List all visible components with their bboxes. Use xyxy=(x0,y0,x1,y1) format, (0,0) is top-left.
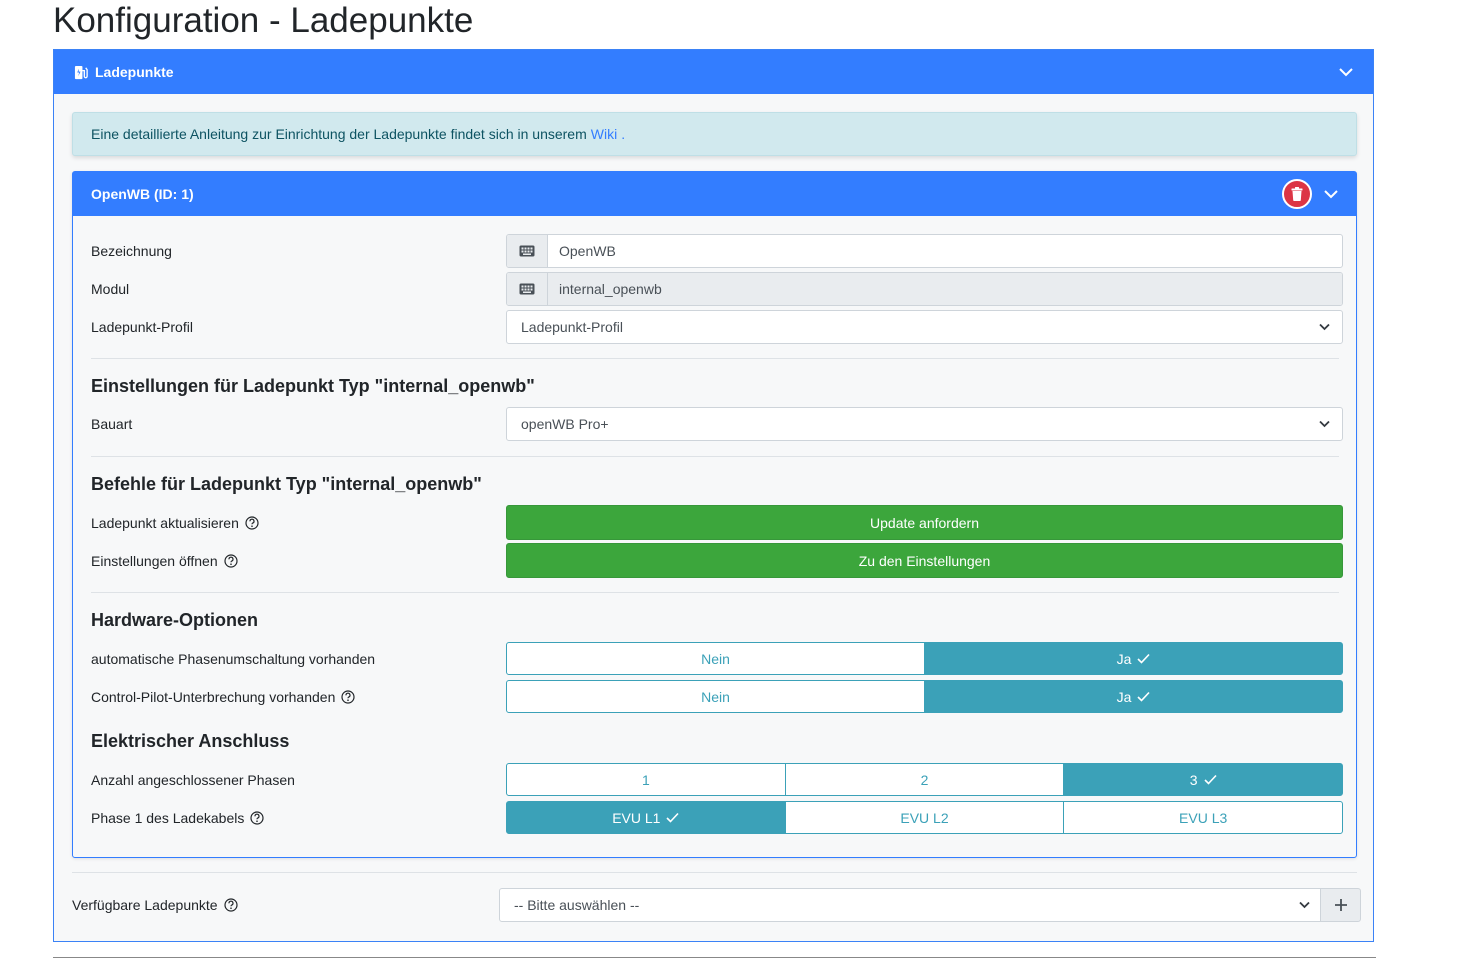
cp-interrupt-toggle: Nein Ja xyxy=(506,680,1343,713)
ev-station-icon xyxy=(74,65,89,80)
phase1-toggle: EVU L1 EVU L2 EVU L3 xyxy=(506,801,1344,834)
chargepoint-card: OpenWB (ID: 1) Bezeichnung OpenWB Modul … xyxy=(72,171,1357,858)
phase-switch-toggle: Nein Ja xyxy=(506,642,1343,675)
check-icon xyxy=(666,812,680,823)
open-settings-button[interactable]: Zu den Einstellungen xyxy=(506,543,1343,578)
phases-label: Anzahl angeschlossener Phasen xyxy=(91,771,295,788)
phase1-option-l1[interactable]: EVU L1 xyxy=(506,801,786,834)
phase1-option-l2[interactable]: EVU L2 xyxy=(784,801,1065,834)
delete-chargepoint-button[interactable] xyxy=(1282,179,1312,209)
module-field-wrapper: internal_openwb xyxy=(506,272,1343,306)
name-label: Bezeichnung xyxy=(91,243,172,259)
module-field: internal_openwb xyxy=(506,272,1343,306)
keyboard-icon xyxy=(507,235,548,267)
divider xyxy=(91,592,1339,593)
cp-interrupt-label-wrapper: Control-Pilot-Unterbrechung vorhanden xyxy=(91,689,506,705)
profile-label: Ladepunkt-Profil xyxy=(91,319,193,335)
phase1-option-l3-label: EVU L3 xyxy=(1179,809,1228,826)
name-value: OpenWB xyxy=(559,243,616,259)
module-label: Modul xyxy=(91,281,130,297)
chevron-down-icon xyxy=(1299,901,1310,909)
phases-option-1-label: 1 xyxy=(641,771,650,788)
phase1-option-l3[interactable]: EVU L3 xyxy=(1063,801,1344,834)
wiki-link[interactable]: Wiki xyxy=(591,126,617,142)
question-circle-icon[interactable] xyxy=(245,515,259,530)
page-bottom-divider xyxy=(53,957,1376,958)
available-label: Verfügbare Ladepunkte xyxy=(72,897,218,913)
available-label-wrapper: Verfügbare Ladepunkte xyxy=(72,897,499,913)
chargepoints-card: Ladepunkte Eine detaillierte Anleitung z… xyxy=(53,49,1374,942)
build-select-wrapper: openWB Pro+ xyxy=(506,407,1343,441)
chargepoints-card-title: Ladepunkte xyxy=(95,64,174,80)
check-icon xyxy=(1204,774,1217,785)
cp-interrupt-no-label: Nein xyxy=(701,688,730,705)
phase1-option-l2-label: EVU L2 xyxy=(900,809,949,826)
cp-interrupt-yes-label: Ja xyxy=(1116,688,1132,705)
chevron-down-icon[interactable] xyxy=(1339,67,1353,77)
update-label-wrapper: Ladepunkt aktualisieren xyxy=(91,515,506,531)
info-alert: Eine detaillierte Anleitung zur Einricht… xyxy=(72,112,1357,156)
phases-option-2[interactable]: 2 xyxy=(784,763,1065,796)
name-field[interactable]: OpenWB xyxy=(506,234,1343,268)
phases-toggle: 1 2 3 xyxy=(506,763,1344,796)
keyboard-icon xyxy=(507,273,548,305)
question-circle-icon[interactable] xyxy=(341,689,355,704)
hardware-section-title: Hardware-Optionen xyxy=(91,610,259,630)
open-settings-label: Einstellungen öffnen xyxy=(91,552,218,569)
module-value: internal_openwb xyxy=(548,273,1342,305)
phase-switch-label: automatische Phasenumschaltung vorhanden xyxy=(91,650,376,667)
build-select[interactable]: openWB Pro+ xyxy=(506,407,1343,441)
profile-select-value: Ladepunkt-Profil xyxy=(521,319,623,335)
open-settings-button-wrapper: Zu den Einstellungen xyxy=(506,543,1343,578)
cp-interrupt-label: Control-Pilot-Unterbrechung vorhanden xyxy=(91,688,336,705)
chargepoint-card-header[interactable]: OpenWB (ID: 1) xyxy=(73,172,1356,216)
open-settings-label-wrapper: Einstellungen öffnen xyxy=(91,553,506,569)
phase1-label-wrapper: Phase 1 des Ladekabels xyxy=(91,810,506,826)
divider xyxy=(72,872,1357,873)
check-icon xyxy=(1137,653,1150,664)
chargepoints-card-header[interactable]: Ladepunkte xyxy=(54,50,1373,94)
phase-switch-no-button[interactable]: Nein xyxy=(506,642,925,675)
question-circle-icon[interactable] xyxy=(250,810,264,825)
add-chargepoint-button[interactable] xyxy=(1320,888,1361,922)
phases-option-1[interactable]: 1 xyxy=(506,763,786,796)
phases-option-3-label: 3 xyxy=(1189,771,1198,788)
chevron-down-icon[interactable] xyxy=(1324,189,1338,199)
chevron-down-icon xyxy=(1319,420,1330,428)
update-button-wrapper: Update anfordern xyxy=(506,505,1343,540)
alert-text: Eine detaillierte Anleitung zur Einricht… xyxy=(91,126,587,142)
chargepoint-card-title: OpenWB (ID: 1) xyxy=(91,186,194,202)
divider xyxy=(91,358,1339,359)
settings-section-title: Einstellungen für Ladepunkt Typ "interna… xyxy=(91,376,535,396)
update-request-button[interactable]: Update anfordern xyxy=(506,505,1343,540)
build-label: Bauart xyxy=(91,416,133,432)
phase-switch-yes-button[interactable]: Ja xyxy=(924,642,1343,675)
check-icon xyxy=(1137,691,1150,702)
phases-option-2-label: 2 xyxy=(920,771,929,788)
divider xyxy=(91,456,1339,457)
alert-suffix: . xyxy=(621,126,626,142)
question-circle-icon[interactable] xyxy=(224,553,238,568)
profile-select-wrapper: Ladepunkt-Profil xyxy=(506,310,1343,344)
question-circle-icon[interactable] xyxy=(223,898,238,912)
page-title: Konfiguration - Ladepunkte xyxy=(53,1,474,40)
available-select-value: -- Bitte auswählen -- xyxy=(514,897,640,913)
name-field-wrapper: OpenWB xyxy=(506,234,1343,268)
cp-interrupt-yes-button[interactable]: Ja xyxy=(924,680,1343,713)
plus-icon xyxy=(1334,898,1348,912)
build-select-value: openWB Pro+ xyxy=(521,416,609,432)
phase-switch-yes-label: Ja xyxy=(1116,650,1132,667)
phase1-option-l1-label: EVU L1 xyxy=(612,809,661,826)
phase1-label: Phase 1 des Ladekabels xyxy=(91,809,245,826)
commands-section-title: Befehle für Ladepunkt Typ "internal_open… xyxy=(91,474,482,494)
cp-interrupt-no-button[interactable]: Nein xyxy=(506,680,925,713)
phases-option-3[interactable]: 3 xyxy=(1063,763,1344,796)
phase-switch-no-label: Nein xyxy=(701,650,730,667)
chevron-down-icon xyxy=(1319,323,1330,331)
available-select[interactable]: -- Bitte auswählen -- xyxy=(499,888,1321,922)
update-label: Ladepunkt aktualisieren xyxy=(91,514,239,531)
electrical-section-title: Elektrischer Anschluss xyxy=(91,731,290,751)
trash-icon xyxy=(1291,187,1303,201)
profile-select[interactable]: Ladepunkt-Profil xyxy=(506,310,1343,344)
